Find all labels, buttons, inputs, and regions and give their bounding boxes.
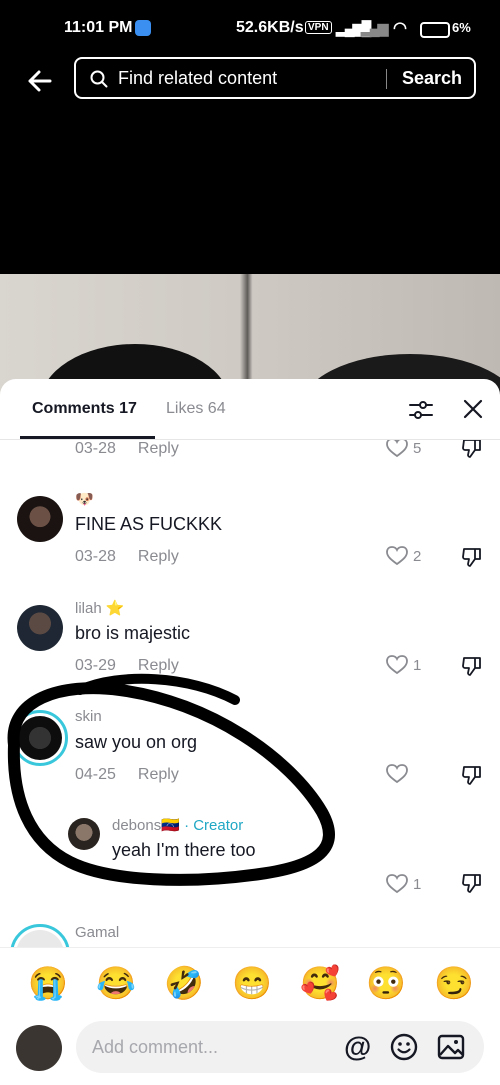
comment-date: 03-29 (75, 657, 116, 674)
comment-date: 03-28 (75, 548, 116, 565)
search-button[interactable]: Search (402, 59, 462, 97)
like-count: 1 (413, 657, 422, 674)
emoji-flushed[interactable]: 😳 (366, 963, 406, 1003)
comment-date: 03-28 (75, 440, 116, 457)
creator-badge: · Creator (184, 817, 244, 834)
comment-meta: 03-28 Reply (75, 440, 179, 458)
reply-avatar[interactable] (68, 818, 100, 850)
tab-comments[interactable]: Comments 17 (32, 400, 137, 418)
comment-username[interactable]: skin (75, 708, 102, 725)
dislike-icon[interactable] (461, 655, 483, 677)
battery-percent: 6% (452, 20, 471, 35)
comment-text: bro is majestic (75, 623, 191, 643)
heart-icon[interactable] (386, 546, 408, 566)
comment-meta: 03-29 Reply (75, 657, 179, 675)
comment-item: 03-28 Reply 5 (0, 440, 500, 464)
reply-button[interactable]: Reply (138, 766, 179, 783)
back-arrow-icon[interactable] (22, 63, 58, 99)
heart-icon[interactable] (386, 874, 408, 894)
heart-icon[interactable] (386, 655, 408, 675)
dislike-icon[interactable] (461, 872, 483, 894)
emoji-smirk[interactable]: 😏 (434, 963, 474, 1003)
comment-input[interactable] (92, 1021, 332, 1073)
reply-button[interactable]: Reply (138, 548, 179, 565)
tab-likes[interactable]: Likes 64 (166, 400, 226, 418)
dislike-icon[interactable] (461, 546, 483, 568)
emoji-love[interactable]: 🥰 (300, 963, 340, 1003)
reply-button[interactable]: Reply (138, 440, 179, 457)
heart-icon[interactable] (386, 764, 408, 784)
image-icon[interactable] (437, 1033, 465, 1061)
close-icon[interactable] (462, 398, 484, 420)
comment-meta: 03-28 Reply (75, 548, 179, 566)
comment-composer: @ (0, 1013, 500, 1085)
network-speed: 52.6KB/s (236, 19, 304, 36)
comment-item: 🐶 FINE AS FUCKKK 03-28 Reply 2 (0, 490, 500, 600)
comment-text: saw you on org (75, 732, 198, 752)
comment-list[interactable]: 03-28 Reply 5 🐶 FINE AS FUCKKK 03-28 Reply… (0, 440, 500, 949)
avatar[interactable] (17, 496, 63, 542)
reply-button[interactable]: Reply (138, 657, 179, 674)
battery-icon (420, 22, 450, 38)
search-icon (90, 70, 108, 88)
comment-username[interactable]: 🐶 (75, 490, 94, 508)
emoji-crying[interactable]: 😭 (28, 963, 68, 1003)
heart-icon[interactable] (386, 440, 408, 458)
reply-username: debons🇻🇪 · Creator (112, 816, 243, 834)
status-bar: 11:01 PM 52.6KB/s VPN ▂▄▆█ ▂▄▆ ◠ 6% (0, 0, 500, 56)
search-bar: Search (74, 57, 476, 99)
emoji-grin[interactable]: 😁 (232, 963, 272, 1003)
vpn-badge: VPN (305, 21, 332, 34)
dislike-icon[interactable] (461, 764, 483, 786)
my-avatar[interactable] (16, 1025, 62, 1071)
comment-item: Gamal (0, 924, 500, 949)
dislike-icon[interactable] (461, 440, 483, 459)
reply-username-text[interactable]: debons🇻🇪 (112, 817, 180, 834)
like-count: 5 (413, 440, 422, 457)
comment-box: @ (76, 1021, 484, 1073)
avatar[interactable] (12, 710, 68, 766)
avatar[interactable] (10, 924, 70, 949)
search-divider (386, 69, 387, 89)
avatar[interactable] (17, 605, 63, 651)
reply-text: yeah I'm there too (112, 840, 256, 860)
comment-item: lilah ⭐ bro is majestic 03-29 Reply 1 (0, 599, 500, 709)
like-count: 2 (413, 548, 422, 565)
emoji-tears-of-joy[interactable]: 😂 (96, 963, 136, 1003)
comment-username[interactable]: lilah ⭐ (75, 599, 125, 617)
filter-icon[interactable] (408, 397, 434, 423)
tab-active-indicator (20, 436, 155, 439)
wifi-icon: ◠ (393, 20, 407, 37)
comment-item: skin saw you on org 04-25 Reply debons🇻🇪 … (0, 708, 500, 898)
search-input[interactable] (118, 59, 408, 97)
mention-icon[interactable]: @ (344, 1031, 371, 1063)
emoji-rofl[interactable]: 🤣 (164, 963, 204, 1003)
comment-meta: 04-25 Reply (75, 766, 179, 784)
signal-2-icon: ▂▄▆ (361, 20, 388, 36)
status-time: 11:01 PM (64, 19, 133, 36)
like-count: 1 (413, 876, 422, 893)
emoji-picker-icon[interactable] (390, 1033, 418, 1061)
comments-tabs: Comments 17 Likes 64 (0, 379, 500, 440)
message-app-icon (135, 20, 151, 36)
comment-date: 04-25 (75, 766, 116, 783)
comment-text: FINE AS FUCKKK (75, 514, 223, 534)
comment-username[interactable]: Gamal (75, 924, 119, 941)
